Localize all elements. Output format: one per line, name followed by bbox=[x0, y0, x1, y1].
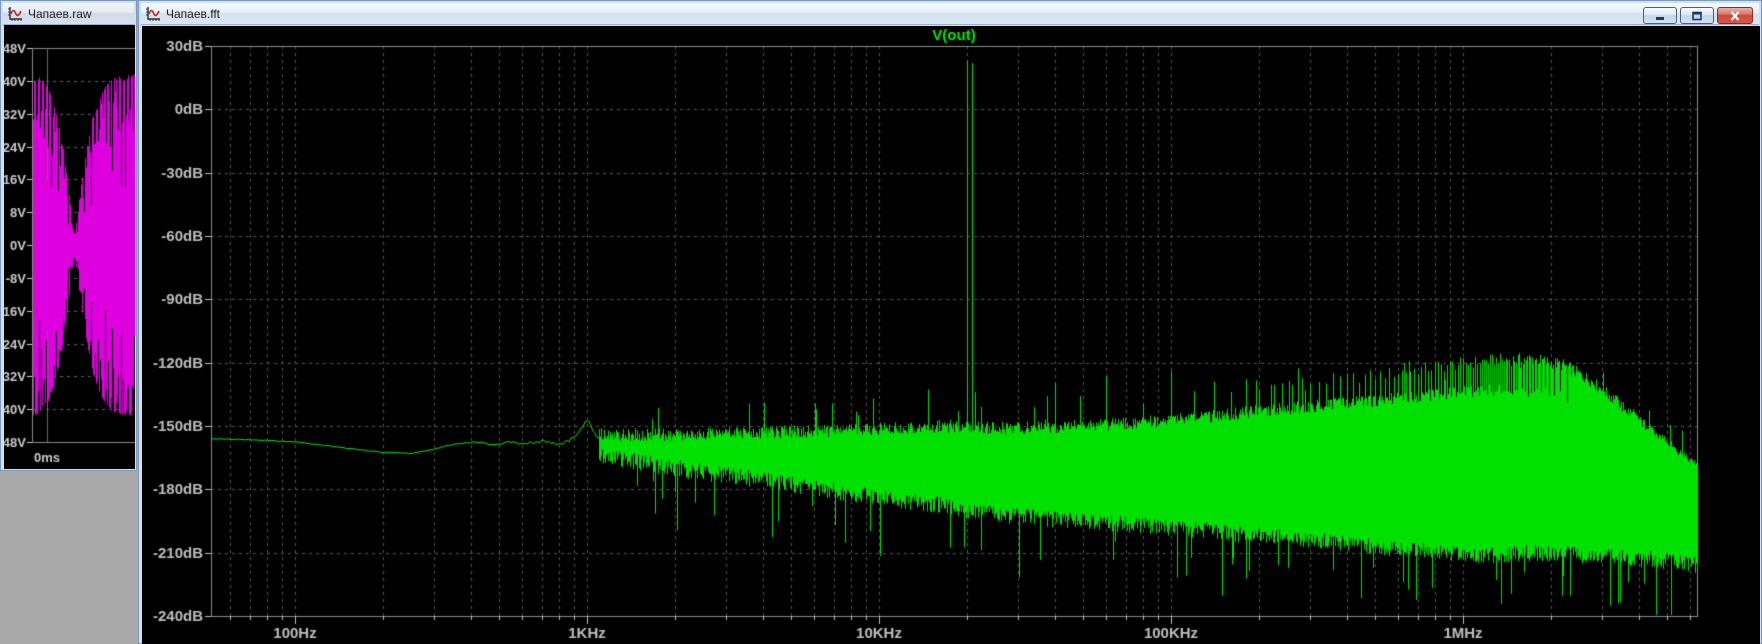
caption-buttons bbox=[1643, 7, 1753, 24]
raw-plot-canvas[interactable] bbox=[4, 25, 135, 469]
fft-window-title: Чапаев.fft bbox=[166, 6, 221, 21]
waveform-plot-icon bbox=[8, 6, 22, 21]
maximize-icon bbox=[1692, 11, 1702, 20]
waveform-plot-icon bbox=[146, 6, 160, 21]
fft-window: Чапаев.fft bbox=[138, 0, 1762, 644]
ltspice-workspace: Чапаев.raw Чапаев.fft bbox=[0, 0, 1762, 644]
raw-window-title: Чапаев.raw bbox=[28, 6, 92, 21]
minimize-button[interactable] bbox=[1643, 7, 1677, 24]
raw-window: Чапаев.raw bbox=[0, 0, 137, 471]
fft-plot-canvas[interactable] bbox=[142, 26, 1760, 644]
maximize-button[interactable] bbox=[1680, 7, 1714, 24]
raw-window-titlebar[interactable]: Чапаев.raw bbox=[3, 3, 134, 25]
close-icon bbox=[1730, 10, 1740, 21]
minimize-icon bbox=[1656, 16, 1664, 20]
close-button[interactable] bbox=[1717, 7, 1753, 24]
fft-window-titlebar[interactable]: Чапаев.fft bbox=[141, 3, 1759, 25]
